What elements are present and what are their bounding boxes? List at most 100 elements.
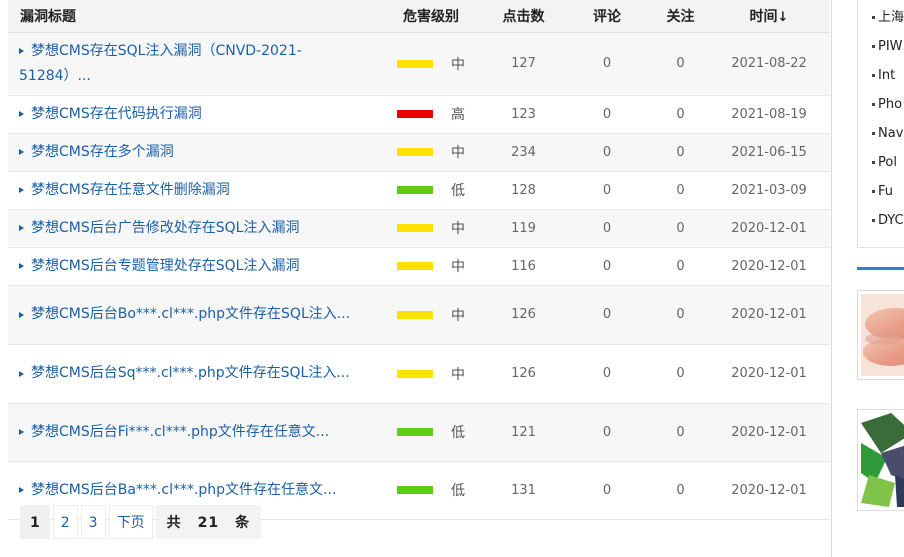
cell-level: 低 [376, 403, 486, 462]
vulnerability-title-link[interactable]: 梦想CMS存在多个漏洞 [31, 144, 174, 160]
table-row: 梦想CMS存在代码执行漏洞高 123 0 0 2021-08-19 [8, 95, 830, 134]
next-page-link[interactable]: 下页 [108, 505, 153, 539]
cell-comments: 0 [561, 171, 653, 210]
cell-level: 中 [376, 344, 486, 404]
cell-title: 梦想CMS后台专题管理处存在SQL注入漏洞 [8, 247, 376, 286]
bullet-arrow-icon [19, 487, 24, 493]
bullet-arrow-icon [19, 187, 24, 193]
cell-time: 2021-08-19 [708, 95, 830, 134]
vulnerability-title-link[interactable]: 梦想CMS后台Fi***.cl***.php文件存在任意文... [31, 424, 329, 440]
page-link-2[interactable]: 2 [52, 505, 78, 539]
cell-follows: 0 [653, 95, 708, 134]
vulnerability-title-link[interactable]: 梦想CMS后台Sq***.cl***.php文件存在SQL注入... [31, 365, 350, 381]
cell-comments: 0 [561, 95, 653, 134]
severity-label: 低 [451, 483, 465, 499]
cell-time: 2020-12-01 [708, 344, 830, 404]
vulnerability-table: 漏洞标题 危害级别 点击数 评论 关注 时间↓ 梦想CMS存在SQL注入漏洞（C… [8, 0, 830, 520]
bullet-arrow-icon [19, 225, 24, 231]
bullet-arrow-icon [19, 111, 24, 117]
sidebar-link[interactable]: 上海 [858, 3, 904, 32]
cell-time: 2021-08-22 [708, 32, 830, 96]
severity-label: 中 [451, 259, 465, 275]
cell-follows: 0 [653, 171, 708, 210]
cell-title: 梦想CMS存在任意文件删除漏洞 [8, 171, 376, 210]
cell-clicks: 128 [486, 171, 561, 210]
sidebar-thumbnail-1[interactable] [857, 290, 904, 380]
column-header-follows: 关注 [653, 0, 708, 33]
vulnerability-title-link[interactable]: 梦想CMS后台专题管理处存在SQL注入漏洞 [31, 258, 299, 274]
bullet-arrow-icon [19, 429, 24, 435]
sort-down-icon[interactable]: ↓ [778, 10, 789, 25]
table-row: 梦想CMS后台Fi***.cl***.php文件存在任意文... 低 121 0 0 20… [8, 403, 830, 462]
column-header-time-label: 时间 [749, 8, 778, 25]
page-link-3[interactable]: 3 [80, 505, 106, 539]
vulnerability-title-link[interactable]: 梦想CMS后台Ba***.cl***.php文件存在任意文... [31, 482, 336, 498]
cell-level: 高 [376, 95, 486, 134]
severity-label: 高 [451, 107, 465, 123]
sidebar: 上海 PIW Int Pho Nav Pol Fu DYC [857, 0, 904, 557]
total-prefix: 共 [166, 515, 182, 531]
cell-title: 梦想CMS后台广告修改处存在SQL注入漏洞 [8, 209, 376, 248]
column-header-time[interactable]: 时间↓ [708, 0, 830, 33]
severity-label: 中 [451, 56, 465, 73]
cell-comments: 0 [561, 461, 653, 520]
bullet-arrow-icon [19, 311, 24, 318]
sidebar-link[interactable]: Fu [858, 177, 904, 206]
vulnerability-title-link[interactable]: 梦想CMS后台广告修改处存在SQL注入漏洞 [31, 220, 299, 236]
vulnerability-title-link[interactable]: 梦想CMS后台Bo***.cl***.php文件存在SQL注入... [31, 306, 350, 322]
sidebar-thumbnail-2[interactable] [857, 409, 904, 511]
sidebar-link[interactable]: DYC [858, 206, 904, 235]
column-header-level: 危害级别 [376, 0, 486, 33]
cell-follows: 0 [653, 209, 708, 248]
cell-follows: 0 [653, 133, 708, 172]
table-row: 梦想CMS存在多个漏洞中 234 0 0 2021-06-15 [8, 133, 830, 172]
severity-bar [397, 310, 433, 319]
total-count: 共 21 条 [155, 505, 262, 539]
cell-comments: 0 [561, 403, 653, 462]
cell-clicks: 126 [486, 344, 561, 404]
cell-level: 中 [376, 247, 486, 286]
cell-clicks: 123 [486, 95, 561, 134]
vulnerability-title-link[interactable]: 梦想CMS存在SQL注入漏洞（CNVD-2021-51284）... [19, 43, 302, 84]
cell-clicks: 119 [486, 209, 561, 248]
table-row: 梦想CMS存在任意文件删除漏洞低 128 0 0 2021-03-09 [8, 171, 830, 210]
cell-follows: 0 [653, 32, 708, 96]
severity-label: 低 [451, 425, 465, 441]
cell-level: 低 [376, 461, 486, 520]
table-row: 梦想CMS后台专题管理处存在SQL注入漏洞中 116 0 0 2020-12-01 [8, 247, 830, 286]
cell-clicks: 127 [486, 32, 561, 96]
table-header-row: 漏洞标题 危害级别 点击数 评论 关注 时间↓ [8, 0, 830, 33]
sidebar-link[interactable]: Pol [858, 148, 904, 177]
bullet-arrow-icon [19, 149, 24, 155]
cell-title: 梦想CMS存在代码执行漏洞 [8, 95, 376, 134]
hand-photo-icon [861, 294, 904, 376]
page-link-1[interactable]: 1 [20, 505, 50, 539]
sidebar-link[interactable]: Pho [858, 90, 904, 119]
cell-time: 2020-12-01 [708, 247, 830, 286]
cell-level: 中 [376, 133, 486, 172]
sidebar-link[interactable]: Nav [858, 119, 904, 148]
table-row: 梦想CMS后台Bo***.cl***.php文件存在SQL注入... 中 126 0 0… [8, 285, 830, 345]
shapes-graphic-icon [861, 413, 904, 507]
cell-clicks: 234 [486, 133, 561, 172]
vulnerability-title-link[interactable]: 梦想CMS存在代码执行漏洞 [31, 106, 202, 122]
cell-comments: 0 [561, 344, 653, 404]
severity-label: 中 [451, 221, 465, 237]
column-header-title: 漏洞标题 [8, 0, 376, 33]
cell-title: 梦想CMS存在多个漏洞 [8, 133, 376, 172]
bullet-arrow-icon [19, 263, 24, 269]
cell-clicks: 131 [486, 461, 561, 520]
sidebar-link[interactable]: PIW [858, 32, 904, 61]
bullet-arrow-icon [19, 48, 24, 54]
severity-bar [397, 110, 433, 118]
total-suffix: 条 [235, 515, 251, 531]
severity-bar [397, 186, 433, 194]
table-row: 梦想CMS存在SQL注入漏洞（CNVD-2021-51284）... 中 127 0 0… [8, 32, 830, 96]
severity-label: 低 [451, 183, 465, 199]
table-row: 梦想CMS后台广告修改处存在SQL注入漏洞中 119 0 0 2020-12-01 [8, 209, 830, 248]
sidebar-divider [857, 267, 904, 270]
total-number: 21 [197, 515, 220, 531]
sidebar-link[interactable]: Int [858, 61, 904, 90]
severity-label: 中 [451, 366, 465, 383]
vulnerability-title-link[interactable]: 梦想CMS存在任意文件删除漏洞 [31, 182, 230, 198]
